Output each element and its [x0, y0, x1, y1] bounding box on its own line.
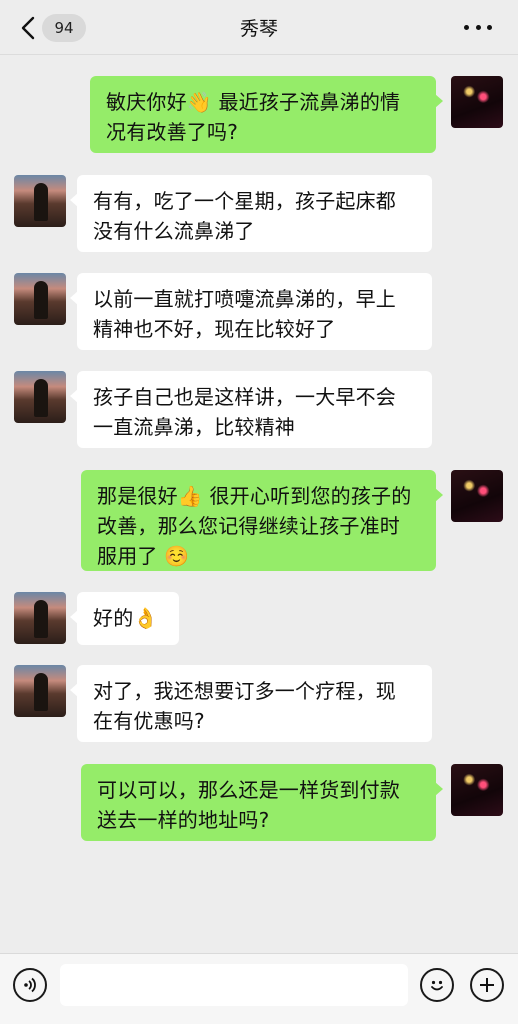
my-avatar[interactable] — [451, 764, 503, 816]
message-bubble-incoming[interactable]: 好的👌 — [70, 592, 179, 645]
message-input[interactable] — [60, 964, 408, 1006]
message-bubble-incoming[interactable]: 有有，吃了一个星期，孩子起床都没有什么流鼻涕了 — [70, 175, 432, 252]
my-avatar[interactable] — [451, 470, 503, 522]
input-bar — [0, 953, 518, 1024]
contact-avatar[interactable] — [14, 592, 66, 644]
emoji-face-icon[interactable] — [420, 968, 454, 1002]
message-bubble-outgoing[interactable]: 那是很好👍 很开心听到您的孩子的改善，那么您记得继续让孩子准时服用了 ☺️ — [81, 470, 443, 571]
contact-avatar[interactable] — [14, 273, 66, 325]
more-options-icon[interactable] — [464, 22, 492, 32]
chat-header: 94 秀琴 — [0, 0, 518, 55]
voice-icon[interactable] — [13, 968, 47, 1002]
message-bubble-incoming[interactable]: 孩子自己也是这样讲，一大早不会一直流鼻涕，比较精神 — [70, 371, 432, 448]
smiley-icon — [431, 980, 443, 991]
message-bubble-incoming[interactable]: 以前一直就打喷嚏流鼻涕的，早上精神也不好，现在比较好了 — [70, 273, 432, 350]
plus-icon[interactable] — [470, 968, 504, 1002]
message-bubble-incoming[interactable]: 对了，我还想要订多一个疗程，现在有优惠吗? — [70, 665, 432, 742]
my-avatar[interactable] — [451, 76, 503, 128]
chat-title: 秀琴 — [239, 18, 278, 40]
contact-avatar[interactable] — [14, 371, 66, 423]
plus-sign-icon — [480, 978, 494, 992]
message-bubble-outgoing[interactable]: 可以可以，那么还是一样货到付款送去一样的地址吗? — [81, 764, 443, 841]
message-bubble-outgoing[interactable]: 敏庆你好👋 最近孩子流鼻涕的情况有改善了吗? — [90, 76, 443, 153]
voice-waves-icon — [24, 977, 36, 993]
contact-avatar[interactable] — [14, 665, 66, 717]
contact-avatar[interactable] — [14, 175, 66, 227]
